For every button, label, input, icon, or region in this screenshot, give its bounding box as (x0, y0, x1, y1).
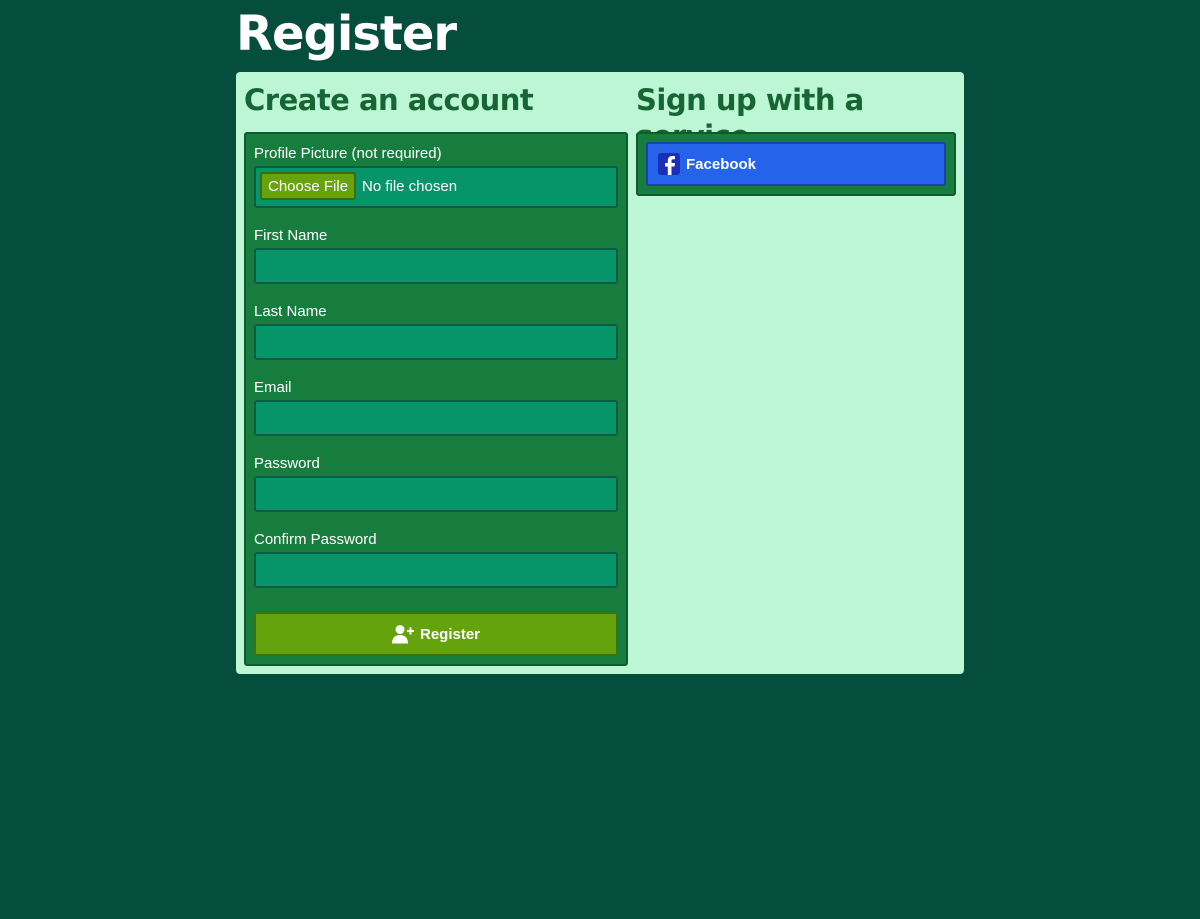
first-name-field[interactable] (254, 248, 618, 284)
profile-picture-label: Profile Picture (not required) (254, 145, 442, 162)
page-title: Register (236, 6, 457, 62)
registration-form: Profile Picture (not required) Choose Fi… (244, 132, 628, 666)
choose-file-button[interactable]: Choose File (260, 172, 357, 200)
register-button[interactable]: Register (254, 612, 618, 656)
confirm-password-field[interactable] (254, 552, 618, 588)
facebook-signup-button[interactable]: Facebook (646, 142, 946, 186)
profile-picture-input[interactable]: Choose File No file chosen (254, 166, 618, 208)
register-button-label: Register (419, 625, 481, 643)
create-account-heading: Create an account (244, 83, 534, 117)
register-card: Create an account Sign up with a service… (236, 72, 964, 674)
last-name-field[interactable] (254, 324, 618, 360)
user-plus-icon (391, 625, 414, 644)
service-panel: Facebook (636, 132, 956, 196)
confirm-password-label: Confirm Password (254, 531, 377, 548)
password-label: Password (254, 455, 320, 472)
facebook-button-label: Facebook (686, 155, 757, 173)
password-field[interactable] (254, 476, 618, 512)
last-name-label: Last Name (254, 303, 327, 320)
file-status-text: No file chosen (362, 178, 458, 195)
facebook-icon (658, 153, 680, 175)
email-field[interactable] (254, 400, 618, 436)
email-label: Email (254, 379, 292, 396)
first-name-label: First Name (254, 227, 328, 244)
